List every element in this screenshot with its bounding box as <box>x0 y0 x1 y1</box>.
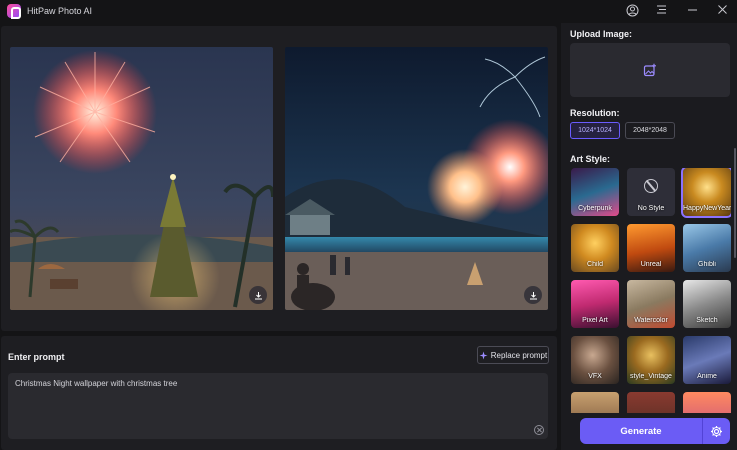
christmas-beach-image <box>10 47 273 310</box>
sparkle-icon <box>479 351 488 359</box>
prompt-panel: Enter prompt Replace prompt Christmas Ni… <box>1 336 557 450</box>
generate-bar: Generate <box>580 418 730 444</box>
prompt-label: Enter prompt <box>8 352 65 362</box>
download-icon[interactable] <box>249 286 267 304</box>
sidebar-scrollbar[interactable] <box>734 148 736 258</box>
style-card-more-3[interactable] <box>683 392 731 413</box>
menu-icon[interactable] <box>650 1 672 21</box>
add-image-icon <box>643 63 656 77</box>
art-style-grid: Cyberpunk No Style HappyNewYear Child Un… <box>571 168 731 413</box>
minimize-icon[interactable] <box>681 1 703 21</box>
style-label: Anime <box>697 373 717 380</box>
upload-image-area[interactable] <box>570 43 730 97</box>
style-card-ghibli[interactable]: Ghibli <box>683 224 731 272</box>
style-label: Cyberpunk <box>578 205 612 212</box>
style-card-sketch[interactable]: Sketch <box>683 280 731 328</box>
download-icon[interactable] <box>524 286 542 304</box>
upload-label: Upload Image: <box>570 29 633 39</box>
style-label: No Style <box>637 205 665 212</box>
settings-sidebar: Upload Image: Resolution: 1024*1024 2048… <box>561 23 737 450</box>
style-card-anime[interactable]: Anime <box>683 336 731 384</box>
prompt-text: Christmas Night wallpaper with christmas… <box>15 379 178 388</box>
style-card-no-style[interactable]: No Style <box>627 168 675 216</box>
prompt-input[interactable]: Christmas Night wallpaper with christmas… <box>8 373 548 439</box>
style-label: Sketch <box>696 317 718 324</box>
style-label: Watercolor <box>634 317 668 324</box>
style-label: Unreal <box>640 261 662 268</box>
gear-icon <box>711 425 722 437</box>
style-label: Pixel Art <box>582 317 608 324</box>
resolution-option-2048[interactable]: 2048*2048 <box>625 122 675 139</box>
style-label: Child <box>587 261 603 268</box>
style-card-more-2[interactable] <box>627 392 675 413</box>
style-label: HappyNewYear <box>683 205 731 212</box>
result-image-1[interactable] <box>10 47 273 310</box>
account-icon[interactable] <box>621 1 643 21</box>
close-icon[interactable] <box>711 1 733 21</box>
fireworks-beach-image <box>285 47 548 310</box>
style-card-unreal[interactable]: Unreal <box>627 224 675 272</box>
resolution-option-1024[interactable]: 1024*1024 <box>570 122 620 139</box>
style-card-more-1[interactable] <box>571 392 619 413</box>
app-logo-icon <box>7 4 21 19</box>
style-card-happynewyear[interactable]: HappyNewYear <box>681 168 731 218</box>
style-label: Ghibli <box>698 261 716 268</box>
generate-button[interactable]: Generate <box>580 418 702 444</box>
art-style-label: Art Style: <box>570 154 611 164</box>
generate-settings-button[interactable] <box>702 418 730 444</box>
style-card-cyberpunk[interactable]: Cyberpunk <box>571 168 619 216</box>
results-panel <box>1 26 557 331</box>
result-image-2[interactable] <box>285 47 548 310</box>
style-card-watercolor[interactable]: Watercolor <box>627 280 675 328</box>
replace-prompt-label: Replace prompt <box>490 350 548 360</box>
clear-icon[interactable] <box>534 425 544 435</box>
no-style-icon <box>644 179 658 193</box>
app-title: HitPaw Photo AI <box>27 6 93 16</box>
style-label: style_Vintage <box>630 373 672 380</box>
style-card-child[interactable]: Child <box>571 224 619 272</box>
style-label: VFX <box>588 373 602 380</box>
style-card-style-vintage[interactable]: style_Vintage <box>627 336 675 384</box>
resolution-label: Resolution: <box>570 108 620 118</box>
title-bar: HitPaw Photo AI <box>0 0 737 23</box>
style-card-vfx[interactable]: VFX <box>571 336 619 384</box>
style-card-pixel-art[interactable]: Pixel Art <box>571 280 619 328</box>
replace-prompt-button[interactable]: Replace prompt <box>477 346 549 364</box>
